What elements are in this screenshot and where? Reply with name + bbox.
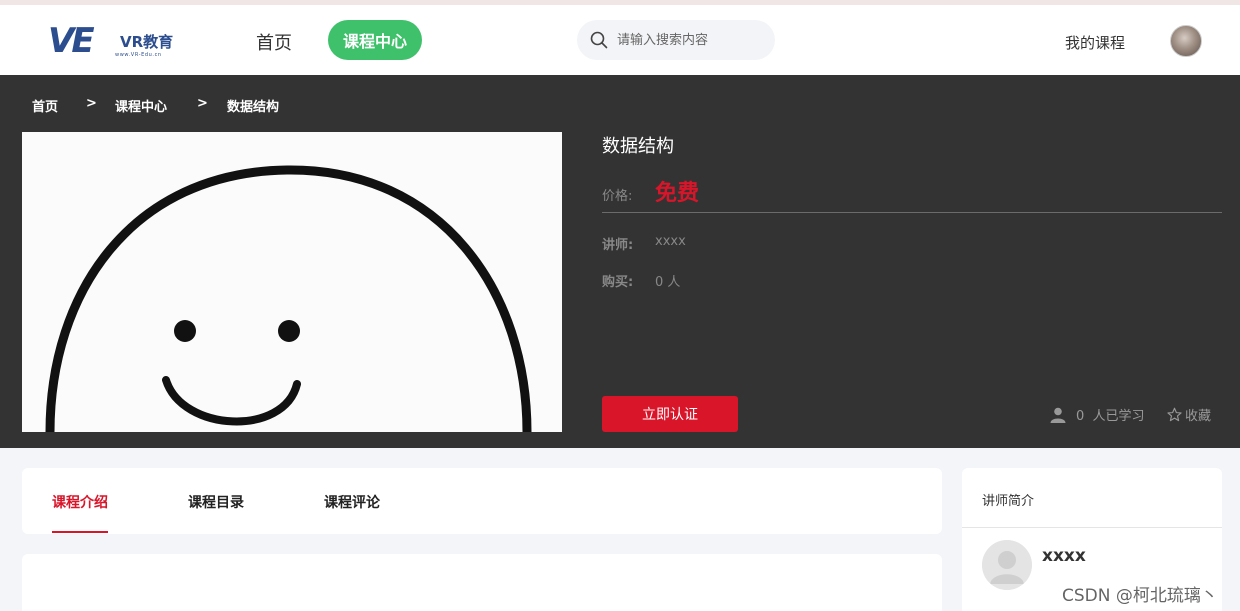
my-courses-link[interactable]: 我的课程 <box>1065 32 1125 53</box>
site-header: VE VR教育 www.VR-Edu.cn 首页 课程中心 我的课程 <box>0 5 1240 75</box>
buy-value: 0 人 <box>655 275 681 290</box>
learners-count: 0 人已学习 <box>1050 405 1145 424</box>
tab-course-intro[interactable]: 课程介绍 <box>52 492 108 512</box>
star-icon <box>1167 407 1182 422</box>
search-input[interactable] <box>617 30 767 50</box>
teacher-value: xxxx <box>655 234 686 249</box>
active-tab-indicator <box>52 531 108 533</box>
user-avatar[interactable] <box>1170 25 1202 57</box>
breadcrumb-item-course-center[interactable]: 课程中心 <box>115 96 167 115</box>
logo-mark: VE <box>48 21 95 61</box>
breadcrumb-separator: > <box>86 96 97 111</box>
teacher-panel-divider <box>962 527 1222 528</box>
breadcrumb-item-current: 数据结构 <box>227 100 280 115</box>
tab-course-catalog[interactable]: 课程目录 <box>188 492 244 512</box>
breadcrumb-item-home[interactable]: 首页 <box>32 96 58 115</box>
buy-label: 购买: <box>602 275 634 290</box>
course-banner: 首页 > 课程中心 > 数据结构 数据结构 价格: 免费 讲师: xxxx 购买… <box>0 75 1240 448</box>
csdn-watermark: CSDN @柯北琉璃丶 <box>1062 586 1218 606</box>
course-title: 数据结构 <box>602 136 674 157</box>
price-value: 免费 <box>655 181 700 206</box>
learners-text: 0 人已学习 <box>1076 409 1145 424</box>
course-cover-image <box>22 132 562 432</box>
teacher-label: 讲师: <box>602 238 634 253</box>
default-avatar-icon <box>982 540 1032 590</box>
nav-home-link[interactable]: 首页 <box>256 29 292 55</box>
teacher-avatar <box>982 540 1032 590</box>
favorite-label: 收藏 <box>1185 409 1212 424</box>
smiley-face-image <box>22 132 562 432</box>
logo-site: www.VR-Edu.cn <box>115 52 162 58</box>
course-tabs: 课程介绍 课程目录 课程评论 <box>22 468 942 534</box>
user-icon <box>1050 407 1066 423</box>
teacher-name: xxxx <box>1042 546 1086 566</box>
nav-course-center-button[interactable]: 课程中心 <box>328 20 422 60</box>
price-label: 价格: <box>602 189 633 204</box>
tab-course-comments[interactable]: 课程评论 <box>324 492 380 512</box>
tab-content-panel <box>22 554 942 611</box>
search-box <box>577 20 775 60</box>
certify-now-button[interactable]: 立即认证 <box>602 396 738 432</box>
favorite-button[interactable]: 收藏 <box>1167 405 1211 424</box>
site-logo[interactable]: VE VR教育 www.VR-Edu.cn <box>48 21 188 61</box>
breadcrumb-separator: > <box>197 96 208 111</box>
search-icon[interactable] <box>590 31 608 49</box>
teacher-panel-title: 讲师简介 <box>982 494 1035 509</box>
price-divider <box>602 212 1222 213</box>
logo-brand: VR教育 <box>120 33 174 51</box>
